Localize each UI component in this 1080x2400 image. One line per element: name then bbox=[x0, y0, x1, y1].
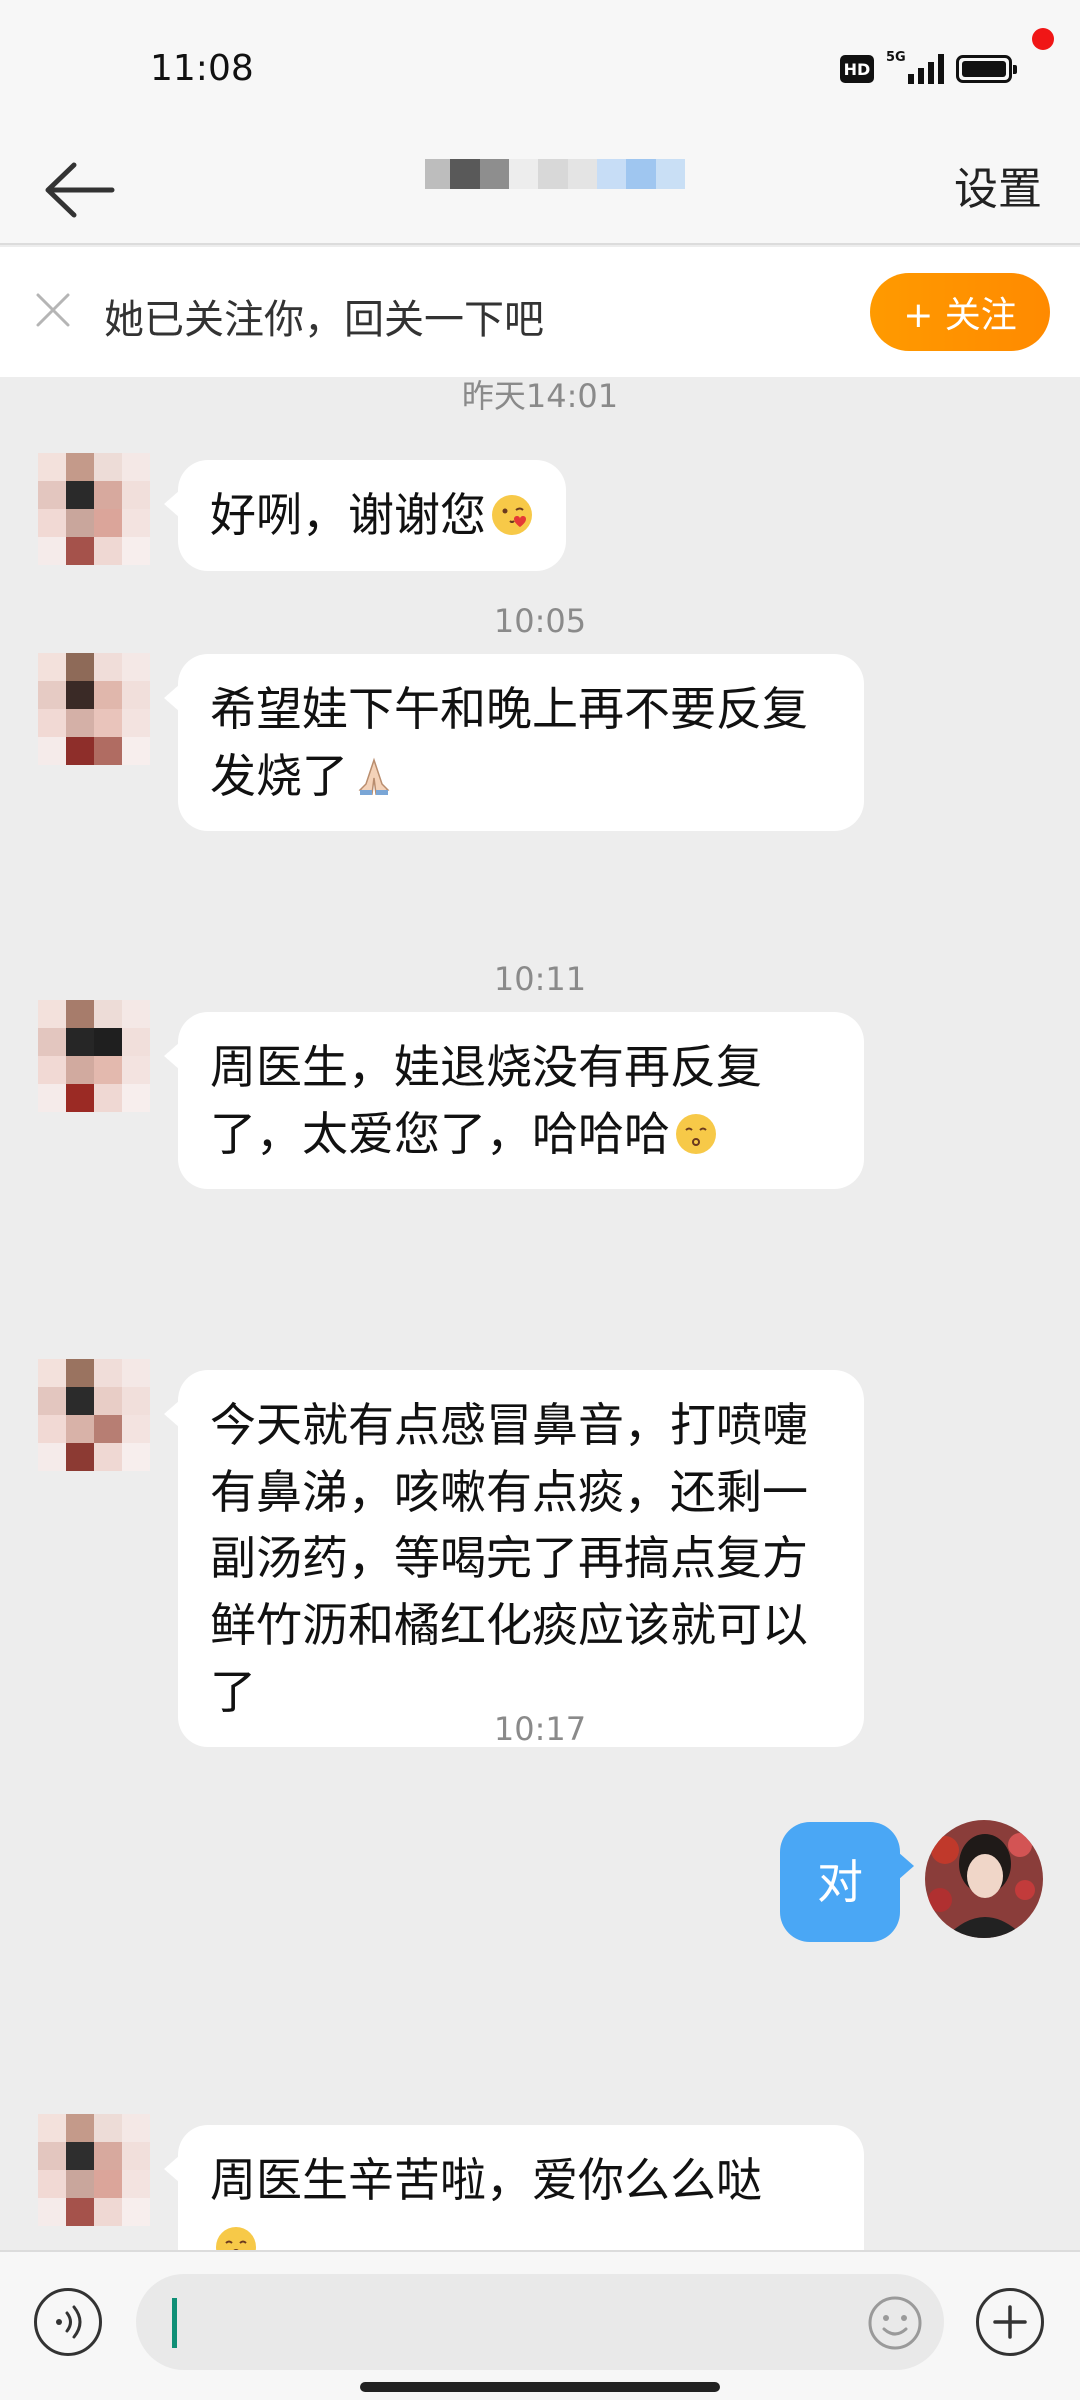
status-bar: 11:08 HD 5G bbox=[0, 0, 1080, 135]
timestamp: 10:17 bbox=[493, 1710, 587, 1748]
follow-prompt-text: 她已关注你，回关一下吧 bbox=[104, 297, 544, 343]
status-icons: HD 5G bbox=[840, 50, 1017, 84]
close-icon[interactable] bbox=[30, 287, 76, 333]
my-avatar[interactable] bbox=[925, 1820, 1043, 1938]
home-indicator[interactable] bbox=[360, 2382, 720, 2392]
message-bubble[interactable]: 希望娃下午和晚上再不要反复发烧了 bbox=[164, 654, 864, 832]
message-input[interactable] bbox=[136, 2274, 944, 2370]
settings-button[interactable]: 设置 bbox=[954, 153, 1042, 217]
status-time: 11:08 bbox=[150, 48, 254, 89]
message-bubble[interactable]: 今天就有点感冒鼻音，打喷嚏有鼻涕，咳嗽有点痰，还剩一副汤药，等喝完了再搞点复方鲜… bbox=[164, 1370, 864, 1748]
plus-button[interactable] bbox=[976, 2288, 1044, 2356]
message-text: 好咧，谢谢您 bbox=[210, 488, 486, 542]
follow-prompt-bar: 她已关注你，回关一下吧 + 关注 bbox=[0, 247, 1080, 377]
face-blowing-kiss-icon bbox=[492, 495, 532, 535]
nav-bar: 设置 bbox=[0, 135, 1080, 245]
sender-avatar[interactable] bbox=[38, 2114, 150, 2226]
notification-dot bbox=[1032, 28, 1054, 50]
kissing-face-icon bbox=[676, 1113, 716, 1154]
timestamp: 10:05 bbox=[493, 602, 587, 640]
message-bubble[interactable]: 好咧，谢谢您 bbox=[164, 460, 566, 571]
emoji-icon[interactable] bbox=[866, 2294, 924, 2352]
message-bubble[interactable]: 周医生，娃退烧没有再反复了，太爱您了，哈哈哈 bbox=[164, 1012, 864, 1190]
hd-badge: HD bbox=[840, 55, 874, 83]
back-arrow-icon[interactable] bbox=[40, 153, 120, 227]
text-cursor bbox=[172, 2298, 177, 2348]
message-text: 希望娃下午和晚上再不要反复发烧了 bbox=[210, 682, 808, 803]
follow-button[interactable]: + 关注 bbox=[870, 273, 1050, 351]
sender-avatar[interactable] bbox=[38, 1000, 150, 1112]
message-text: 周医生辛苦啦，爱你么么哒 bbox=[210, 2153, 762, 2207]
sender-avatar[interactable] bbox=[38, 453, 150, 565]
voice-icon bbox=[56, 2305, 82, 2339]
message-text: 对 bbox=[817, 1854, 863, 1909]
sent-message-bubble[interactable]: 对 bbox=[780, 1822, 914, 1942]
message-text: 今天就有点感冒鼻音，打喷嚏有鼻涕，咳嗽有点痰，还剩一副汤药，等喝完了再搞点复方鲜… bbox=[210, 1398, 808, 1719]
sender-avatar[interactable] bbox=[38, 653, 150, 765]
voice-button[interactable] bbox=[34, 2288, 102, 2356]
message-input-bar bbox=[0, 2250, 1080, 2400]
sender-avatar[interactable] bbox=[38, 1359, 150, 1471]
chat-title-blurred bbox=[425, 143, 686, 205]
timestamp: 昨天14:01 bbox=[461, 377, 619, 415]
plus-icon bbox=[993, 2305, 1027, 2339]
network-type: 5G bbox=[886, 50, 906, 65]
kiss-heart-icon bbox=[216, 2226, 256, 2250]
signal-icon: 5G bbox=[886, 50, 944, 84]
battery-icon bbox=[956, 55, 1017, 83]
timestamp: 10:11 bbox=[493, 960, 587, 998]
message-bubble[interactable]: 周医生辛苦啦，爱你么么哒 bbox=[164, 2125, 864, 2250]
chat-area[interactable]: 昨天14:01 好咧，谢谢您 希望娃下午和晚上再不要反复发烧了 10:05 周医… bbox=[0, 377, 1080, 2250]
folded-hands-icon bbox=[358, 757, 390, 795]
